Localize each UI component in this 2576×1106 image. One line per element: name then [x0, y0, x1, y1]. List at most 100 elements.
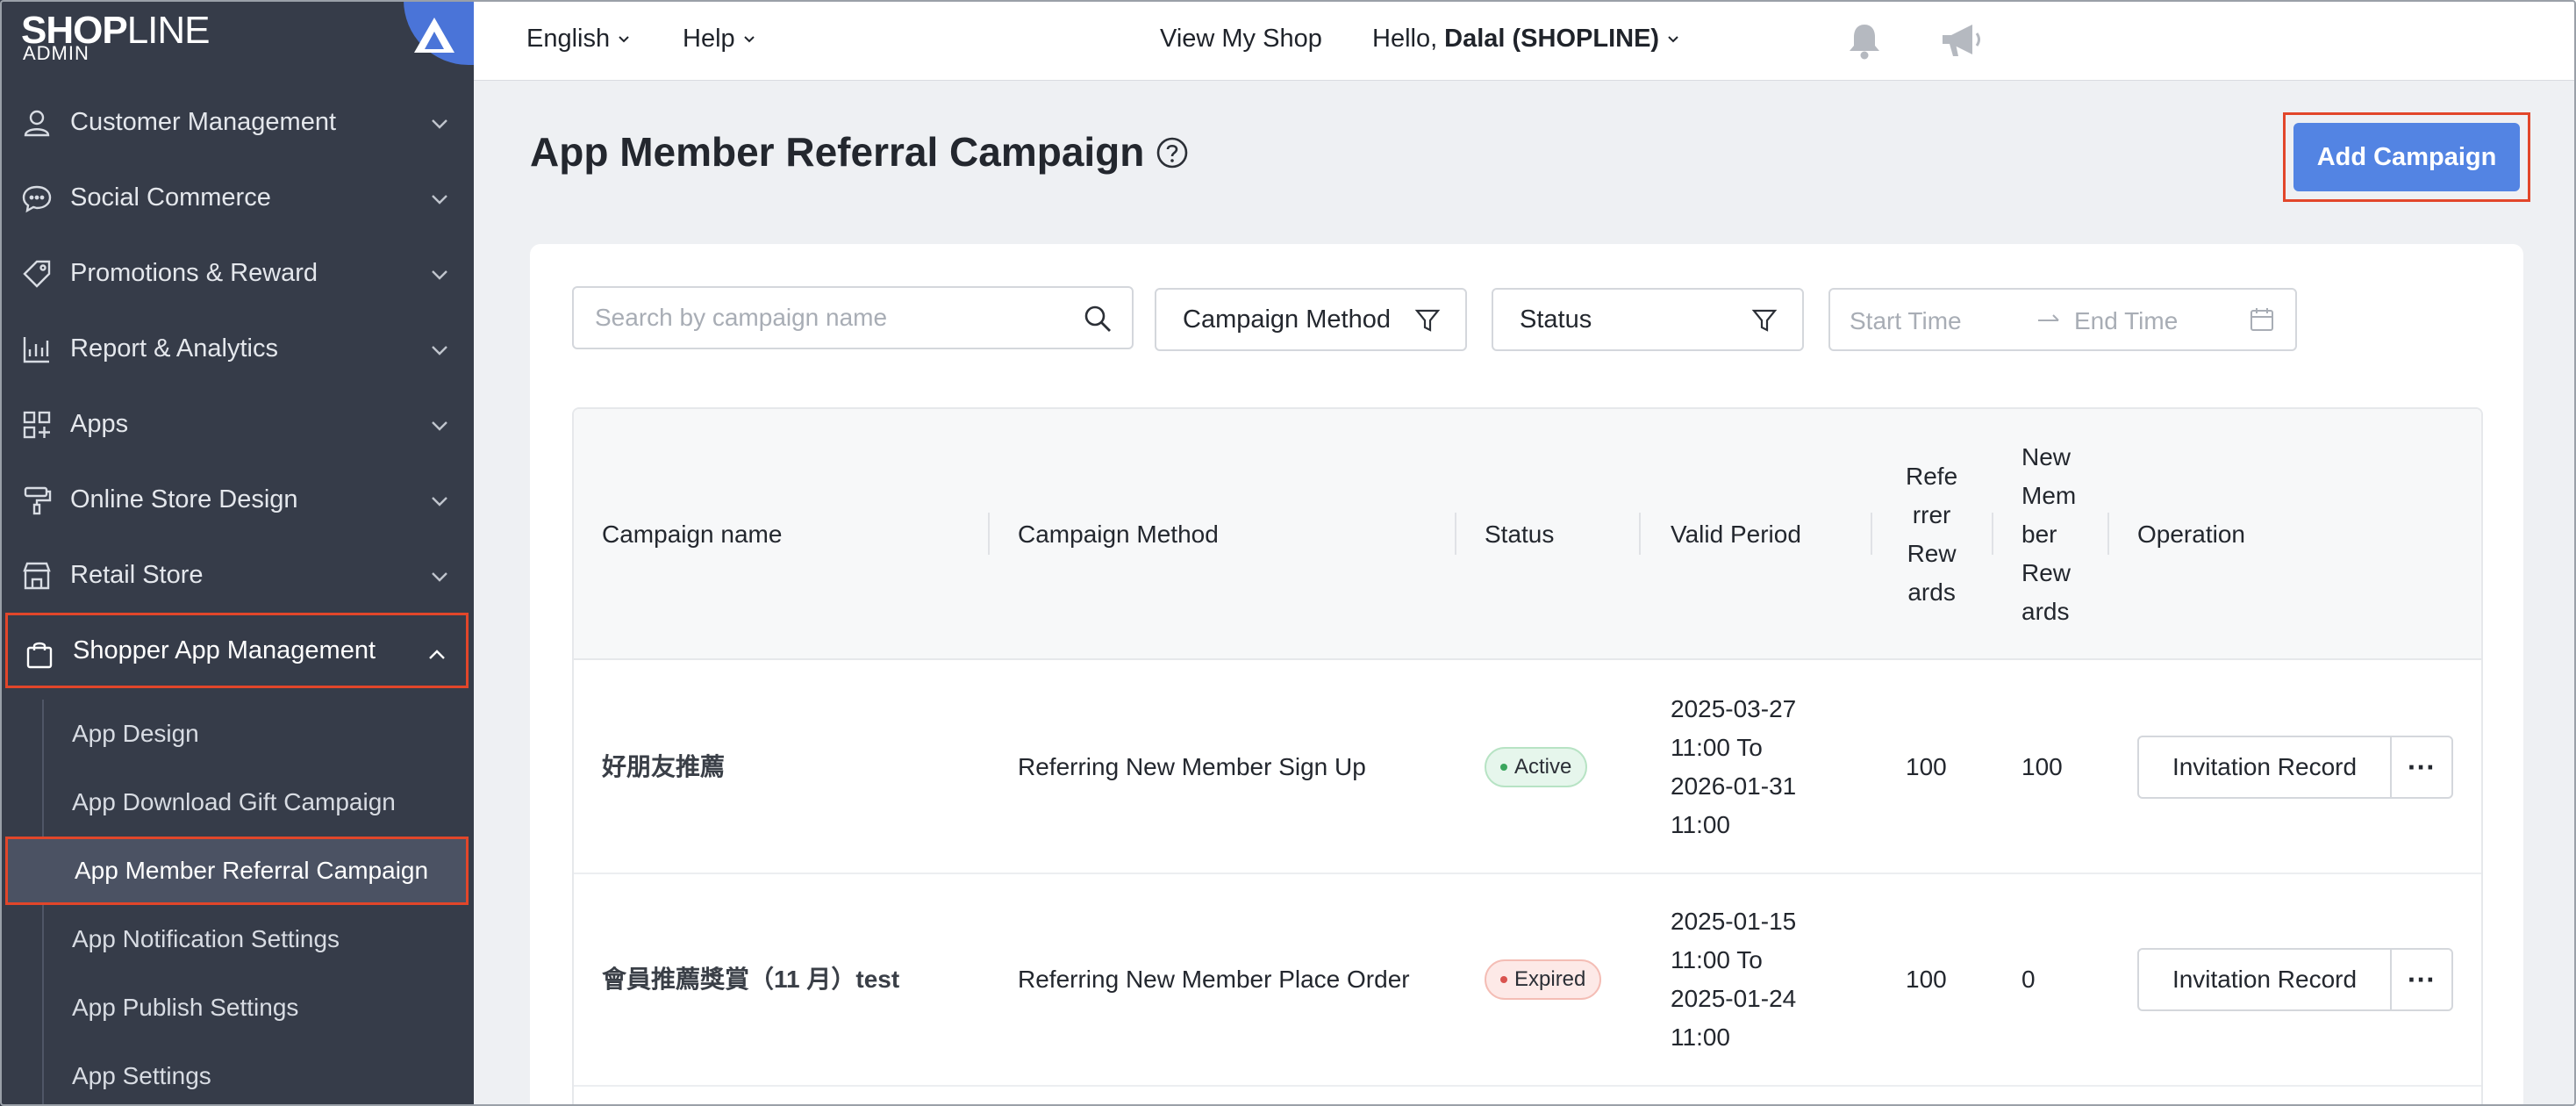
status-badge: Expired [1485, 959, 1602, 1000]
filter-icon [1751, 309, 1778, 332]
sidebar-subitem-app-notification[interactable]: App Notification Settings [0, 905, 474, 973]
user-menu[interactable]: Hello, Dalal (SHOPLINE) [1372, 25, 1680, 54]
campaign-method-filter[interactable]: Campaign Method [1155, 288, 1467, 351]
sidebar-subitem-app-member-referral[interactable]: App Member Referral Campaign [5, 837, 469, 905]
add-campaign-button[interactable]: Add Campaign [2293, 123, 2520, 191]
header-line: ards [2021, 598, 2070, 625]
chevron-down-icon [619, 35, 629, 42]
chevron-down-icon [432, 119, 447, 129]
search-input[interactable] [574, 288, 1083, 348]
sidebar-subnav: App Design App Download Gift Campaign Ap… [0, 700, 474, 1106]
header-divider [988, 513, 990, 555]
campaign-name[interactable]: 好朋友推薦 [602, 662, 725, 873]
arrow-right-icon [2038, 314, 2059, 321]
sidebar-item-label: Shopper App Management [73, 636, 376, 664]
chevron-up-icon [429, 650, 445, 659]
header-divider [1871, 513, 1872, 555]
sidebar-item-label: Social Commerce [70, 183, 271, 212]
sidebar-item-label: Online Store Design [70, 485, 298, 514]
table-header: Campaign name Campaign Method Status Val… [574, 409, 2481, 660]
filter-label: Campaign Method [1183, 305, 1391, 334]
status-text: Expired [1514, 967, 1586, 991]
invitation-record-button[interactable]: Invitation Record [2137, 736, 2392, 799]
sidebar-item-label: Apps [70, 409, 129, 438]
campaign-card: Campaign Method Status Start Time End Ti… [530, 244, 2523, 1106]
sidebar-item-label: Retail Store [70, 560, 204, 589]
date-range-picker[interactable]: Start Time End Time [1828, 288, 2297, 351]
greeting-text: Hello, [1372, 25, 1438, 53]
sidebar-subitem-app-publish[interactable]: App Publish Settings [0, 973, 474, 1042]
sidebar-item-customer-management[interactable]: Customer Management [0, 84, 474, 160]
chevron-down-icon [432, 270, 447, 280]
header-campaign-method: Campaign Method [1018, 521, 1219, 548]
referrer-rewards: 100 [1906, 753, 1947, 780]
apps-icon [23, 411, 51, 439]
header-status: Status [1485, 521, 1555, 548]
logo-subtitle: ADMIN [23, 42, 89, 64]
sidebar-item-social-commerce[interactable]: Social Commerce [0, 160, 474, 235]
header-operation: Operation [2137, 521, 2245, 548]
status-filter[interactable]: Status [1492, 288, 1804, 351]
page-title: App Member Referral Campaign [530, 129, 1145, 175]
sidebar-subitem-app-download-gift[interactable]: App Download Gift Campaign [0, 768, 474, 837]
mountain-logo-icon [404, 0, 474, 65]
view-my-shop-link[interactable]: View My Shop [1160, 25, 1322, 54]
header-divider [1639, 513, 1641, 555]
valid-period: 2025-01-15 11:00 To 2025-01-24 11:00 [1671, 874, 1796, 1085]
sidebar-item-retail-store[interactable]: Retail Store [0, 537, 474, 613]
new-member-rewards: 100 [2021, 753, 2063, 780]
campaign-name[interactable]: 會員推薦獎賞（11 月）test [602, 874, 899, 1085]
add-campaign-highlight: Add Campaign [2283, 112, 2530, 202]
sidebar-subitem-app-design[interactable]: App Design [0, 700, 474, 768]
more-options-button[interactable]: ··· [2390, 948, 2453, 1011]
sidebar-item-label: Report & Analytics [70, 334, 278, 363]
period-line: 2026-01-31 [1671, 772, 1797, 800]
search-icon[interactable] [1083, 304, 1113, 334]
sidebar-nav: Customer Management Social Commerce Prom… [0, 84, 474, 688]
sidebar-item-apps[interactable]: Apps [0, 386, 474, 462]
status-dot [1500, 764, 1507, 771]
campaign-method: Referring New Member Place Order [1018, 966, 1410, 993]
status-badge: Active [1485, 747, 1588, 787]
chat-icon [22, 185, 52, 213]
help-label: Help [683, 25, 735, 53]
bell-icon[interactable] [1843, 19, 1886, 63]
valid-period: 2025-03-27 11:00 To 2026-01-31 11:00 [1671, 662, 1796, 873]
invitation-record-button[interactable]: Invitation Record [2137, 948, 2392, 1011]
header-line: Rew [2021, 559, 2072, 586]
period-line: 11:00 [1671, 1023, 1730, 1051]
sidebar-item-label: Promotions & Reward [70, 258, 318, 287]
end-time-input[interactable]: End Time [2074, 307, 2178, 335]
logo[interactable]: SHOPLINE ADMIN [0, 0, 474, 70]
top-bar: English Help View My Shop Hello, Dalal (… [474, 0, 2576, 81]
header-valid-period: Valid Period [1671, 521, 1801, 548]
chevron-down-icon [432, 195, 447, 205]
header-line: Rew [1907, 540, 1957, 567]
sidebar-item-shopper-app-management[interactable]: Shopper App Management [5, 613, 469, 688]
table-row: 好朋友推薦 Referring New Member Sign Up Activ… [574, 662, 2481, 874]
megaphone-icon[interactable] [1937, 19, 1986, 63]
chart-icon [23, 337, 49, 363]
status-cell: Expired [1485, 874, 1602, 1085]
header-line: Refe [1906, 463, 1958, 490]
header-line: rrer [1912, 501, 1951, 528]
chevron-down-icon [1668, 35, 1678, 42]
sidebar-subitem-app-settings[interactable]: App Settings [0, 1042, 474, 1106]
start-time-input[interactable]: Start Time [1850, 307, 1962, 335]
help-dropdown[interactable]: Help [683, 25, 756, 54]
question-circle-icon[interactable] [1155, 135, 1190, 170]
sidebar-item-report-analytics[interactable]: Report & Analytics [0, 311, 474, 386]
sidebar-item-promotions[interactable]: Promotions & Reward [0, 235, 474, 311]
language-dropdown[interactable]: English [526, 25, 631, 54]
more-options-button[interactable]: ··· [2390, 736, 2453, 799]
period-line: 11:00 To [1671, 734, 1763, 761]
campaign-table: Campaign name Campaign Method Status Val… [572, 407, 2483, 1106]
chevron-down-icon [432, 346, 447, 356]
sidebar-item-online-store-design[interactable]: Online Store Design [0, 462, 474, 537]
new-member-rewards: 0 [2021, 966, 2036, 993]
chevron-down-icon [743, 35, 755, 42]
status-dot [1500, 976, 1507, 983]
chevron-down-icon [432, 572, 447, 582]
campaign-method: Referring New Member Sign Up [1018, 753, 1366, 780]
store-icon [23, 562, 51, 590]
